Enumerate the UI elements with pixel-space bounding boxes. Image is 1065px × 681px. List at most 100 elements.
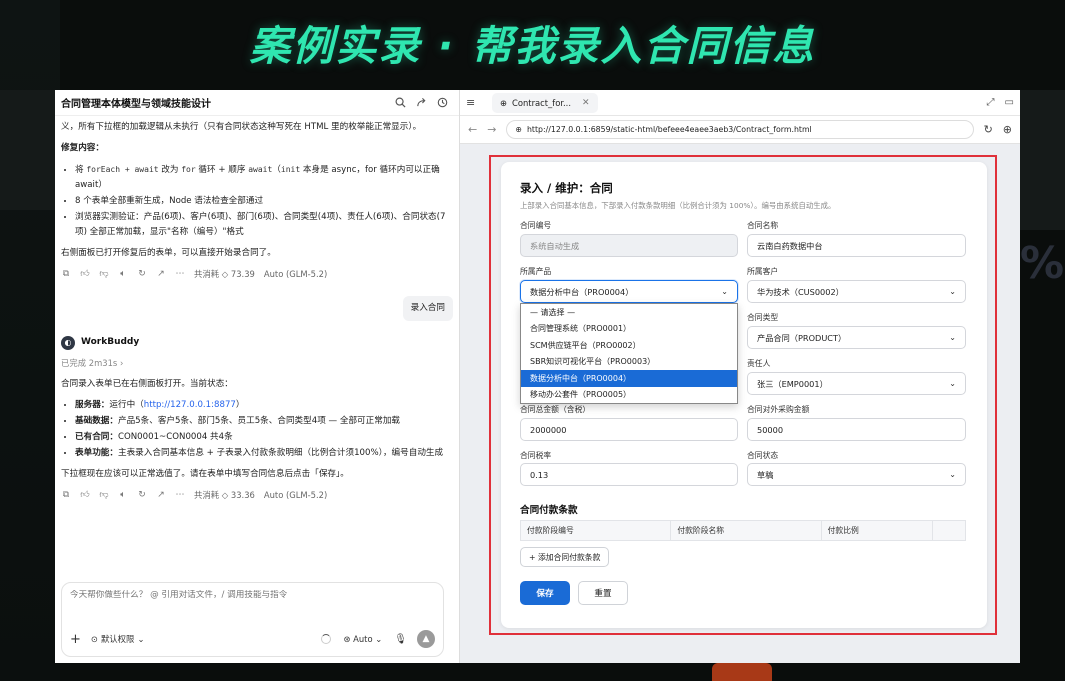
plus-icon[interactable]: + (70, 632, 81, 647)
fix-heading: 修复内容： (61, 143, 104, 153)
browser-tab[interactable]: ⊕ Contract_for... ✕ (492, 92, 598, 113)
server-link[interactable]: http://127.0.0.1:8877 (144, 400, 236, 410)
status-label: 合同状态 (747, 451, 779, 460)
completion-status[interactable]: 已完成 2m31s › (61, 356, 453, 371)
search-icon[interactable] (391, 94, 409, 112)
send-button[interactable]: ▲ (417, 630, 435, 648)
copy-icon[interactable]: ⧉ (61, 488, 71, 503)
browser-panel: ≡ ⊕ Contract_for... ✕ ⤢ ▭ ← → ⊕ http://1… (459, 90, 1020, 663)
assistant-name: WorkBuddy (81, 337, 140, 347)
user-message-row: 录入合同 (61, 296, 453, 321)
tax-rate-field[interactable]: 0.13 (520, 463, 738, 486)
copy-icon[interactable]: ⧉ (61, 267, 71, 282)
chevron-down-icon: ⌄ (137, 634, 145, 644)
microphone-icon[interactable]: 🎙︎ (394, 634, 407, 645)
product-dropdown-list: — 请选择 — 合同管理系统（PRO0001） SCM供应链平台（PRO0002… (520, 303, 738, 404)
composer-toolbar: + ⊙ 默认权限 ⌄ ⊛ Auto ⌄ 🎙︎ ▲ (70, 629, 435, 649)
more-icon[interactable]: ⋯ (175, 488, 185, 503)
owner-select[interactable]: 张三（EMP0001） ⌄ (747, 372, 966, 395)
save-button[interactable]: 保存 (520, 581, 570, 605)
purchase-amount-label: 合同对外采购金额 (747, 405, 810, 414)
reload-icon[interactable]: ↻ (984, 123, 993, 136)
list-item: 服务器：运行中（http://127.0.0.1:8877） (75, 398, 453, 413)
backdrop-glow (712, 663, 772, 681)
globe-icon: ⊕ (515, 125, 522, 134)
token-cost: 共消耗 ◇ 73.39 (194, 269, 255, 279)
column-header: 付款阶段编号 (521, 521, 672, 540)
chat-header: 合同管理本体模型与领域技能设计 (55, 90, 459, 116)
dropdown-option[interactable]: SBR知识可视化平台（PRO0003） (521, 354, 737, 371)
contract-name-field[interactable]: 云南白药数据中台 (747, 234, 966, 257)
chevron-down-icon: ⌄ (949, 287, 956, 296)
thumbs-up-icon[interactable]: 👍︎ (80, 488, 90, 503)
message-text: 合同录入表单已在右侧面板打开。当前状态： (61, 379, 233, 389)
globe-icon: ⊕ (500, 97, 508, 108)
owner-label: 责任人 (747, 359, 771, 368)
chevron-down-icon: ⌄ (721, 287, 728, 296)
thumbs-down-icon[interactable]: 👎︎ (99, 488, 109, 503)
chevron-down-icon: ⌄ (949, 379, 956, 388)
loading-spinner-icon (321, 634, 332, 644)
message-text: 右侧面板已打开修复后的表单，可以直接开始录合同了。 (61, 248, 276, 258)
page-headline: 案例实录 · 帮我录入合同信息 (249, 22, 816, 70)
contract-type-select[interactable]: 产品合同（PRODUCT） ⌄ (747, 326, 966, 349)
forward-arrow-icon[interactable]: → (487, 123, 496, 136)
fix-list: 将 forEach + await 改为 for 循环 + 顺序 await（i… (61, 162, 453, 240)
retry-icon[interactable]: ↻ (137, 267, 147, 282)
thumbs-up-icon[interactable]: 👍︎ (80, 267, 90, 282)
dropdown-option[interactable]: 移动办公套件（PRO0005） (521, 387, 737, 404)
assistant-header: ◐ WorkBuddy (61, 335, 453, 350)
purchase-amount-field[interactable]: 50000 (747, 418, 966, 441)
backdrop-block (1020, 90, 1065, 230)
menu-icon[interactable]: ≡ (466, 96, 486, 109)
history-icon[interactable] (433, 94, 451, 112)
retry-icon[interactable]: ↻ (137, 488, 147, 503)
tax-rate-label: 合同税率 (520, 451, 552, 460)
status-list: 服务器：运行中（http://127.0.0.1:8877） 基础数据：产品5条… (61, 398, 453, 461)
more-icon[interactable]: ⋯ (175, 267, 185, 282)
dropdown-option[interactable]: — 请选择 — (521, 304, 737, 321)
permission-selector[interactable]: ⊙ 默认权限 ⌄ (91, 633, 145, 645)
column-header: 付款比例 (822, 521, 934, 540)
total-amount-field[interactable]: 2000000 (520, 418, 738, 441)
speaker-icon[interactable]: 🔈︎ (118, 488, 128, 503)
dropdown-option[interactable]: 合同管理系统（PRO0001） (521, 321, 737, 338)
share-icon[interactable]: ↗ (156, 267, 166, 282)
auto-mode-icon: ⊛ (343, 634, 351, 644)
share-icon[interactable] (412, 94, 430, 112)
customer-select[interactable]: 华为技术（CUS0002） ⌄ (747, 280, 966, 303)
add-payment-term-button[interactable]: + 添加合同付款条款 (520, 547, 610, 567)
globe-icon[interactable]: ⊕ (1003, 123, 1012, 136)
shield-check-icon: ⊙ (90, 634, 98, 644)
close-icon[interactable]: ✕ (582, 98, 590, 108)
column-header (933, 521, 965, 540)
list-item: 将 forEach + await 改为 for 循环 + 顺序 await（i… (75, 162, 453, 193)
share-icon[interactable]: ↗ (156, 488, 166, 503)
contract-name-label: 合同名称 (747, 221, 779, 230)
chevron-right-icon: › (119, 358, 124, 368)
mode-selector[interactable]: ⊛ Auto ⌄ (343, 634, 382, 644)
contract-no-label: 合同编号 (520, 221, 552, 230)
window-icon[interactable]: ▭ (1005, 97, 1014, 108)
product-select[interactable]: 数据分析中台（PRO0004） ⌄ (520, 280, 738, 303)
back-arrow-icon[interactable]: ← (468, 123, 477, 136)
dropdown-option[interactable]: 数据分析中台（PRO0004） (521, 370, 737, 387)
token-cost: 共消耗 ◇ 33.36 (194, 490, 255, 500)
status-select[interactable]: 草稿 ⌄ (747, 463, 966, 486)
dropdown-option[interactable]: SCM供应链平台（PRO0002） (521, 337, 737, 354)
expand-icon[interactable]: ⤢ (987, 97, 995, 108)
reset-button[interactable]: 重置 (578, 581, 628, 605)
assistant-avatar-icon: ◐ (61, 335, 75, 350)
form-subtitle: 上部录入合同基本信息，下部录入付款条款明细（比例合计须为 100%）。编号由系统… (520, 201, 836, 210)
thumbs-down-icon[interactable]: 👎︎ (99, 267, 109, 282)
chevron-down-icon: ⌄ (949, 333, 956, 342)
column-header: 付款阶段名称 (671, 521, 822, 540)
list-item: 表单功能：主表录入合同基本信息 + 子表录入付款条款明细（比例合计须100%），… (75, 446, 453, 461)
product-label: 所属产品 (520, 267, 552, 276)
chat-panel: 合同管理本体模型与领域技能设计 义，所有下拉框的加载逻辑从未执行（只有合同状态这… (55, 90, 459, 663)
url-field[interactable]: ⊕ http://127.0.0.1:6859/static-html/befe… (506, 120, 974, 139)
message-input[interactable] (70, 590, 435, 600)
message-actions: ⧉ 👍︎ 👎︎ 🔈︎ ↻ ↗ ⋯ 共消耗 ◇ 73.39 Auto (GLM-5… (61, 267, 453, 282)
backdrop-percent-glyph: % (1020, 238, 1065, 289)
speaker-icon[interactable]: 🔈︎ (118, 267, 128, 282)
